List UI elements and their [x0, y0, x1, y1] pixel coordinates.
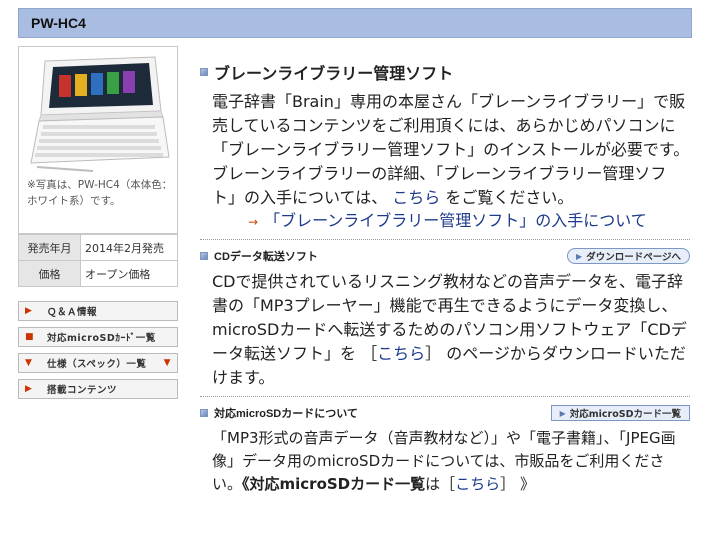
main-content: ブレーンライブラリー管理ソフト 電子辞書「Brain」専用の本屋さん「ブレーンラ…: [200, 46, 690, 496]
spec-key: 発売年月: [18, 234, 81, 261]
spec-key: 価格: [18, 260, 81, 287]
section-title: CDデータ転送ソフト: [200, 248, 318, 264]
paragraph-text: をご覧ください。: [445, 188, 574, 207]
paragraph-bold: 《対応microSDカード一覧: [242, 475, 426, 493]
nav-label: 仕様（スペック）一覧: [47, 359, 147, 370]
triangle-right-icon: ▶: [25, 384, 33, 394]
triangle-down-icon: ▼: [163, 358, 171, 368]
link-text: 「ブレーンライブラリー管理ソフト」の入手について: [264, 211, 647, 230]
spec-value: 2014年2月発売: [80, 234, 178, 261]
kochira-link[interactable]: こちら: [377, 344, 425, 363]
section-title-text: ブレーンライブラリー管理ソフト: [214, 66, 454, 83]
microsd-list-button[interactable]: ▶ 対応microSDカード一覧: [550, 405, 690, 421]
section-title: 対応microSDカードについて: [200, 405, 358, 421]
nav-label: 搭載コンテンツ: [47, 385, 118, 396]
nav-label: Ｑ＆Ａ情報: [47, 307, 98, 318]
paragraph-text: ］ 》: [500, 475, 535, 493]
nav-spec-list-button[interactable]: ▼ 仕様（スペック）一覧 ▼: [18, 353, 178, 373]
nav-label: 対応microSDｶｰﾄﾞ一覧: [47, 333, 156, 344]
section-title-text: CDデータ転送ソフト: [214, 251, 318, 263]
left-column: ※写真は、PW-HC4（本体色：ホワイト系）です。 発売年月 2014年2月発売…: [18, 46, 178, 399]
triangle-down-icon: ▼: [25, 358, 33, 368]
nav-qa-button[interactable]: ▶ Ｑ＆Ａ情報: [18, 301, 178, 321]
paragraph: 電子辞書「Brain」専用の本屋さん「ブレーンライブラリー」で販売しているコンテ…: [212, 92, 690, 159]
triangle-right-icon: ▶: [25, 306, 33, 316]
divider: [200, 239, 690, 240]
paragraph-text: ブレーンライブラリーの詳細、「ブレーンライブラリー管理ソフト」の入手については、: [212, 164, 667, 207]
triangle-right-icon: ▶: [576, 251, 583, 261]
paragraph-text: は［: [425, 475, 456, 493]
download-page-button[interactable]: ▶ ダウンロードページへ: [567, 248, 690, 264]
button-label: ダウンロードページへ: [586, 252, 681, 263]
nav-contents-button[interactable]: ▶ 搭載コンテンツ: [18, 379, 178, 399]
table-row: 発売年月 2014年2月発売: [18, 234, 178, 261]
paragraph: ブレーンライブラリーの詳細、「ブレーンライブラリー管理ソフト」の入手については、…: [212, 162, 690, 210]
brain-library-software-link[interactable]: → 「ブレーンライブラリー管理ソフト」の入手について: [248, 210, 690, 233]
section-body: 「MP3形式の音声データ（音声教材など）」や「電子書籍」、「JPEG画像」データ…: [212, 427, 690, 496]
square-icon: ■: [25, 332, 35, 342]
bullet-square-icon: [200, 68, 208, 76]
section-body: CDで提供されているリスニング教材などの音声データを、電子辞書の「MP3プレーヤ…: [212, 270, 690, 390]
spec-table: 発売年月 2014年2月発売 価格 オープン価格: [18, 234, 178, 287]
divider: [200, 396, 690, 397]
photo-note: ※写真は、PW-HC4（本体色：ホワイト系）です。: [27, 179, 173, 207]
triangle-right-icon: ▶: [559, 408, 566, 418]
button-label: 対応microSDカード一覧: [569, 409, 681, 420]
electronic-dictionary-image: [30, 56, 170, 172]
section-body: 電子辞書「Brain」専用の本屋さん「ブレーンライブラリー」で販売しているコンテ…: [212, 90, 690, 210]
bullet-square-icon: [200, 252, 208, 260]
nav-microsd-list-button[interactable]: ■ 対応microSDｶｰﾄﾞ一覧: [18, 327, 178, 347]
section-header: CDデータ転送ソフト ▶ ダウンロードページへ: [200, 248, 690, 264]
arrow-right-icon: →: [248, 215, 259, 229]
section-header: 対応microSDカードについて ▶ 対応microSDカード一覧: [200, 405, 690, 421]
kochira-link[interactable]: こちら: [392, 188, 440, 207]
kochira-link[interactable]: こちら: [455, 475, 500, 493]
product-header: PW-HC4: [18, 8, 692, 38]
section-title-text: 対応microSDカードについて: [214, 408, 358, 420]
product-title: PW-HC4: [31, 15, 86, 31]
product-photo-box: ※写真は、PW-HC4（本体色：ホワイト系）です。: [18, 46, 178, 234]
section-title: ブレーンライブラリー管理ソフト: [200, 60, 690, 84]
spec-value: オープン価格: [80, 260, 178, 287]
bullet-square-icon: [200, 409, 208, 417]
table-row: 価格 オープン価格: [18, 260, 178, 287]
